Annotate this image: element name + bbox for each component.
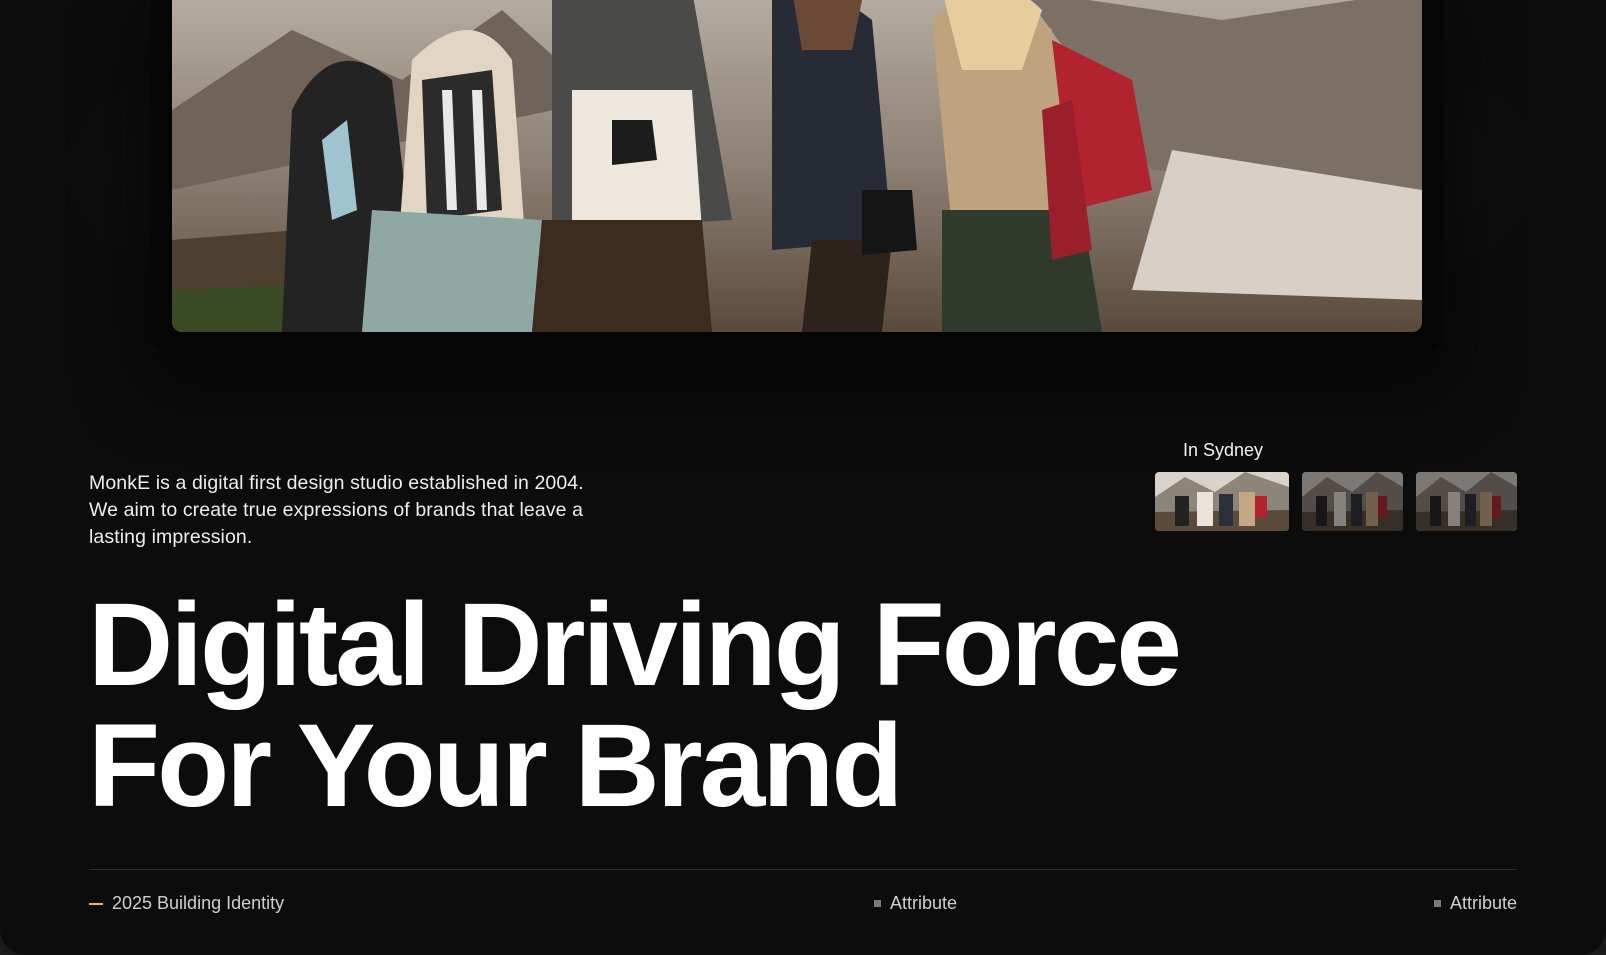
- footer-attribute-2: Attribute: [1433, 893, 1517, 914]
- thumbnail-3[interactable]: [1416, 472, 1517, 531]
- square-icon: [874, 900, 881, 907]
- square-icon: [1433, 900, 1441, 907]
- footer-left-label: 2025 Building Identity: [112, 893, 285, 913]
- hero-image: [172, 0, 1422, 332]
- footer-attribute-2-label: Attribute: [1449, 893, 1517, 913]
- thumbnail-strip: [1155, 472, 1517, 531]
- footer-divider: [89, 869, 1517, 870]
- hero-illustration: [172, 0, 1422, 332]
- thumbnail-1[interactable]: [1155, 472, 1289, 531]
- headline-line-2: For Your Brand: [88, 700, 903, 832]
- footer-left: 2025 Building Identity: [89, 893, 284, 914]
- location-label: In Sydney: [1183, 440, 1264, 460]
- headline: Digital Driving Force For Your Brand: [88, 579, 1182, 832]
- headline-line-1: Digital Driving Force: [88, 579, 1182, 711]
- intro-text: MonkE is a digital first design studio e…: [89, 471, 584, 548]
- footer-attribute-1: Attribute: [874, 893, 957, 914]
- thumbnail-2[interactable]: [1302, 472, 1403, 531]
- page: MonkE is a digital first design studio e…: [0, 0, 1606, 955]
- dash-icon: [89, 902, 103, 905]
- footer-attribute-1-label: Attribute: [890, 893, 958, 913]
